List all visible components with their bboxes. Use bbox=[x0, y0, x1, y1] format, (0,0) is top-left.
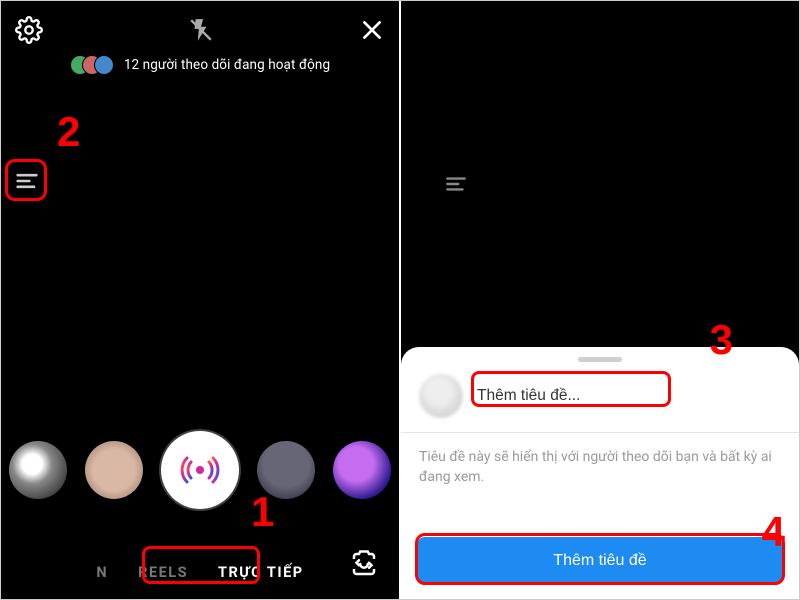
add-title-icon[interactable] bbox=[443, 171, 469, 197]
title-bottom-sheet: Tiêu đề này sẽ hiển thị với người theo d… bbox=[401, 347, 799, 599]
title-input[interactable] bbox=[477, 387, 781, 405]
avatar-stack bbox=[70, 55, 114, 75]
filter-carousel[interactable] bbox=[1, 431, 399, 509]
annotation-2: 2 bbox=[57, 111, 80, 153]
go-live-button[interactable] bbox=[161, 431, 239, 509]
add-title-screen: Tiêu đề này sẽ hiển thị với người theo d… bbox=[401, 1, 799, 599]
switch-camera-icon[interactable] bbox=[347, 547, 381, 581]
avatar bbox=[419, 374, 463, 418]
add-title-button[interactable]: Thêm tiêu đề bbox=[417, 537, 783, 585]
active-followers-row[interactable]: 12 người theo dõi đang hoạt động bbox=[1, 49, 399, 75]
top-bar bbox=[1, 1, 399, 49]
divider bbox=[401, 432, 799, 433]
title-input-row bbox=[417, 370, 783, 432]
sheet-grabber[interactable] bbox=[578, 357, 622, 362]
mode-faded-prefix: N bbox=[96, 564, 108, 581]
mode-reels[interactable]: REELS bbox=[138, 564, 188, 581]
flash-off-icon[interactable] bbox=[188, 17, 214, 43]
mode-live[interactable]: TRỰC TIẾP bbox=[218, 564, 304, 581]
camera-mode-row[interactable]: N REELS TRỰC TIẾP bbox=[1, 564, 399, 581]
title-hint-text: Tiêu đề này sẽ hiển thị với người theo d… bbox=[417, 447, 783, 527]
settings-icon[interactable] bbox=[15, 16, 43, 44]
active-followers-text: 12 người theo dõi đang hoạt động bbox=[124, 57, 330, 73]
filter-thumb[interactable] bbox=[9, 441, 67, 499]
live-camera-screen: 12 người theo dõi đang hoạt động bbox=[1, 1, 399, 599]
close-icon[interactable] bbox=[359, 17, 385, 43]
add-title-icon[interactable] bbox=[13, 167, 41, 195]
filter-thumb[interactable] bbox=[257, 441, 315, 499]
filter-thumb[interactable] bbox=[85, 441, 143, 499]
filter-thumb[interactable] bbox=[333, 441, 391, 499]
